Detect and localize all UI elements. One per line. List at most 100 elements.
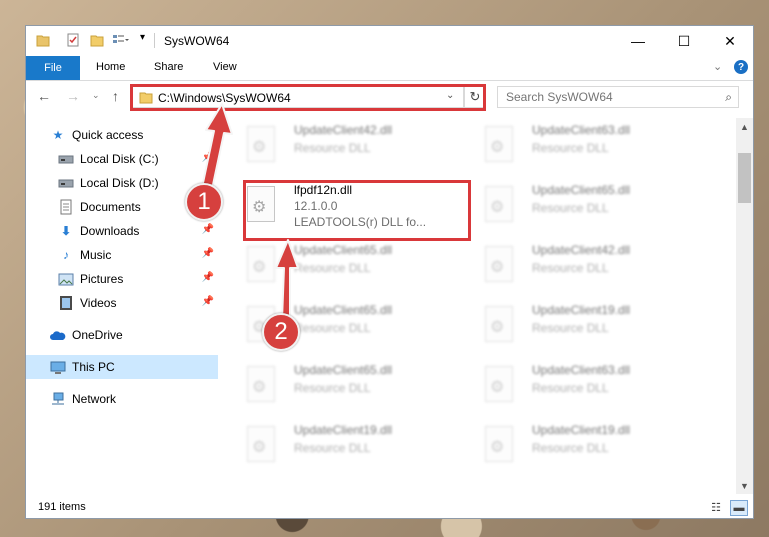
file-name: UpdateClient19.dll	[532, 423, 631, 437]
file-type: Resource DLL	[532, 321, 609, 335]
network-icon	[50, 391, 66, 407]
list-item[interactable]: ⚙ UpdateClient65.dll Resource DLL	[219, 298, 449, 350]
videos-icon	[58, 295, 74, 311]
dll-file-icon: ⚙	[247, 246, 275, 282]
maximize-button[interactable]: ☐	[661, 26, 707, 56]
pin-icon[interactable]: 📌	[202, 272, 214, 283]
sidebar-item-label: OneDrive	[72, 328, 123, 342]
file-list: ⚙ UpdateClient42.dll Resource DLL ⚙ lfpd…	[219, 118, 735, 494]
sidebar-item-onedrive[interactable]: OneDrive	[26, 323, 218, 347]
sidebar-item-label: Videos	[80, 296, 117, 310]
file-name: UpdateClient65.dll	[294, 363, 393, 377]
sidebar-item-label: Downloads	[80, 224, 140, 238]
download-icon: ⬇	[60, 224, 72, 238]
up-arrow-icon[interactable]: ↑	[112, 88, 119, 104]
customize-toolbar-icon[interactable]	[112, 33, 130, 47]
file-type: Resource DLL	[532, 441, 609, 455]
computer-icon	[50, 359, 66, 375]
scroll-thumb[interactable]	[738, 153, 751, 203]
sidebar-item-local-disk-c[interactable]: Local Disk (C:) 📌	[26, 147, 218, 171]
quick-access-dropdown-icon[interactable]: ▾	[140, 32, 145, 43]
help-icon[interactable]: ?	[734, 60, 748, 74]
recent-locations-icon[interactable]: ⌄	[92, 90, 100, 101]
pictures-icon	[58, 271, 74, 287]
sidebar-item-quick-access[interactable]: ★ Quick access	[26, 123, 218, 147]
minimize-button[interactable]: —	[615, 26, 661, 56]
sidebar-item-label: Pictures	[80, 272, 124, 286]
search-box[interactable]: ⌕	[497, 86, 739, 108]
back-arrow-icon[interactable]: ←	[37, 88, 51, 104]
sidebar-item-this-pc[interactable]: This PC	[26, 355, 218, 379]
dll-file-icon: ⚙	[485, 426, 513, 462]
file-highlight	[243, 180, 471, 241]
vertical-scrollbar[interactable]: ▲ ▼	[736, 118, 753, 494]
list-item[interactable]: ⚙ UpdateClient65.dll Resource DLL	[219, 358, 449, 410]
dll-file-icon: ⚙	[485, 366, 513, 402]
sidebar-item-videos[interactable]: Videos 📌	[26, 291, 218, 315]
scroll-down-icon[interactable]: ▼	[736, 477, 753, 494]
file-type: Resource DLL	[532, 201, 609, 215]
dll-file-icon: ⚙	[485, 246, 513, 282]
list-item[interactable]: ⚙ UpdateClient19.dll Resource DLL	[457, 418, 687, 470]
list-item[interactable]: ⚙ UpdateClient63.dll Resource DLL	[457, 358, 687, 410]
step-two-badge: 2	[262, 313, 300, 351]
tab-file[interactable]: File	[26, 56, 80, 80]
list-item[interactable]: ⚙ UpdateClient63.dll Resource DLL	[457, 118, 687, 170]
tab-home[interactable]: Home	[96, 61, 125, 73]
pin-icon[interactable]: 📌	[202, 224, 214, 235]
dll-file-icon: ⚙	[485, 186, 513, 222]
star-icon: ★	[52, 128, 64, 142]
title-bar: ▾ SysWOW64 — ☐ ✕	[26, 26, 753, 56]
dll-file-icon: ⚙	[247, 126, 275, 162]
file-name: UpdateClient65.dll	[294, 243, 393, 257]
search-icon: ⌕	[725, 90, 732, 104]
tab-share[interactable]: Share	[154, 61, 183, 73]
file-type: Resource DLL	[294, 381, 371, 395]
sidebar-item-label: Quick access	[72, 128, 144, 142]
status-bar: 191 items ☷ ▬	[26, 496, 753, 518]
dll-file-icon: ⚙	[247, 366, 275, 402]
list-item[interactable]: ⚙ UpdateClient42.dll Resource DLL	[219, 118, 449, 170]
file-type: Resource DLL	[532, 381, 609, 395]
dll-file-icon: ⚙	[485, 306, 513, 342]
sidebar-item-downloads[interactable]: ⬇ Downloads 📌	[26, 219, 218, 243]
pin-icon[interactable]: 📌	[202, 248, 214, 259]
list-item[interactable]: ⚙ UpdateClient65.dll Resource DLL	[219, 238, 449, 290]
list-item[interactable]: ⚙ UpdateClient42.dll Resource DLL	[457, 238, 687, 290]
forward-arrow-icon[interactable]: →	[66, 88, 80, 104]
file-type: Resource DLL	[294, 321, 371, 335]
search-input[interactable]	[506, 88, 706, 106]
close-button[interactable]: ✕	[707, 26, 753, 56]
sidebar-item-label: Documents	[80, 200, 141, 214]
large-icons-view-icon[interactable]: ▬	[730, 500, 748, 516]
properties-icon[interactable]	[66, 33, 80, 47]
sidebar-item-music[interactable]: ♪ Music 📌	[26, 243, 218, 267]
sidebar-item-pictures[interactable]: Pictures 📌	[26, 267, 218, 291]
file-name: UpdateClient42.dll	[532, 243, 631, 257]
title-divider	[154, 33, 155, 48]
file-name: UpdateClient63.dll	[532, 123, 631, 137]
list-item[interactable]: ⚙ UpdateClient19.dll Resource DLL	[219, 418, 449, 470]
file-type: Resource DLL	[294, 261, 371, 275]
sidebar-item-label: This PC	[72, 360, 115, 374]
sidebar-item-label: Local Disk (D:)	[80, 176, 159, 190]
sidebar-item-network[interactable]: Network	[26, 387, 218, 411]
file-type: Resource DLL	[294, 441, 371, 455]
details-view-icon[interactable]: ☷	[708, 500, 724, 514]
expand-ribbon-icon[interactable]: ⌄	[713, 60, 722, 73]
sidebar-item-label: Network	[72, 392, 117, 406]
pin-icon[interactable]: 📌	[202, 152, 214, 163]
list-item[interactable]: ⚙ UpdateClient65.dll Resource DLL	[457, 178, 687, 230]
file-name: UpdateClient19.dll	[532, 303, 631, 317]
documents-icon	[58, 199, 74, 215]
pin-icon[interactable]: 📌	[202, 296, 214, 307]
new-folder-icon[interactable]	[90, 33, 104, 47]
drive-icon	[58, 151, 74, 167]
list-item[interactable]: ⚙ UpdateClient19.dll Resource DLL	[457, 298, 687, 350]
navigation-pane: ★ Quick access Local Disk (C:) 📌 Local D…	[26, 118, 218, 493]
file-name: UpdateClient19.dll	[294, 423, 393, 437]
tab-view[interactable]: View	[213, 61, 237, 73]
scroll-up-icon[interactable]: ▲	[736, 118, 753, 135]
file-name: UpdateClient63.dll	[532, 363, 631, 377]
sidebar-item-label: Music	[80, 248, 112, 262]
